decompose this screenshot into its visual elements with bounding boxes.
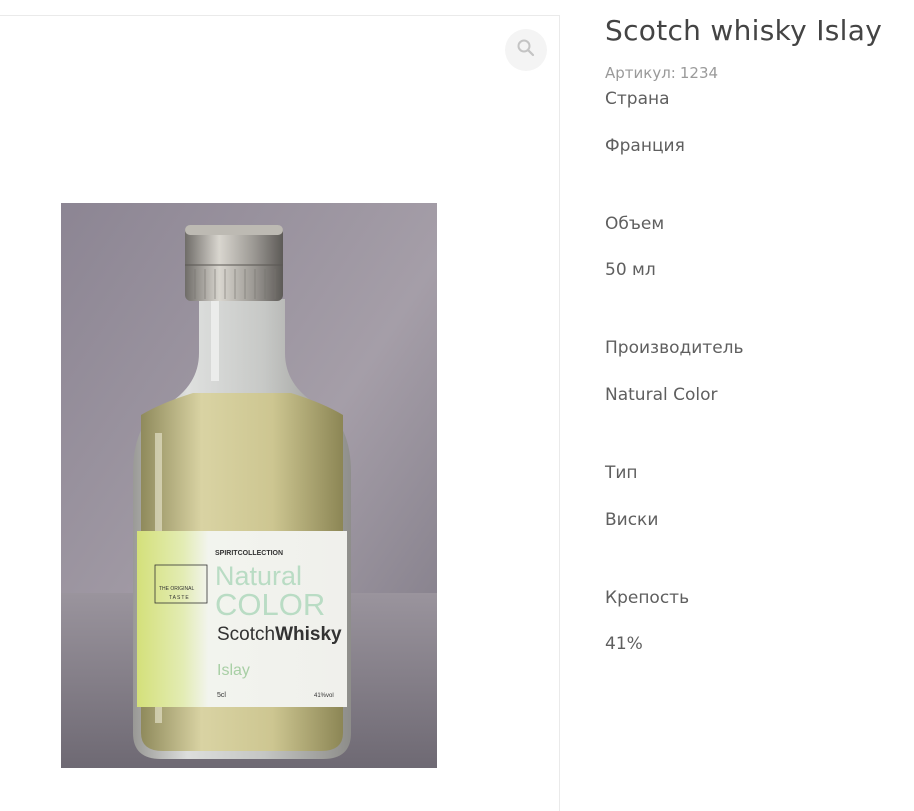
attr-value-volume: 50 мл <box>605 260 656 280</box>
bottle-stamp-2: TASTE <box>169 595 190 601</box>
attr-label-type: Тип <box>605 463 638 483</box>
svg-text:SPIRITCOLLECTION: SPIRITCOLLECTION <box>215 550 283 557</box>
bottle-brand-small-1: SPIRIT <box>215 550 238 557</box>
svg-text:ScotchWhisky: ScotchWhisky <box>217 624 342 645</box>
bottle-label-islay: Islay <box>217 662 250 679</box>
bottle-stamp-1: THE ORIGINAL <box>159 586 195 592</box>
bottle-label-abv: 41%vol <box>314 693 334 699</box>
sku-value: 1234 <box>679 64 719 82</box>
product-gallery: SPIRITCOLLECTION Natural COLOR ScotchWhi… <box>0 15 560 811</box>
sku-label: Артикул: <box>605 64 676 82</box>
bottle-label-volume: 5cl <box>217 692 226 699</box>
attr-value-country: Франция <box>605 136 685 156</box>
attr-label-country: Страна <box>605 89 670 109</box>
product-title: Scotch whisky Islay <box>605 14 883 47</box>
attr-value-strength: 41% <box>605 634 643 654</box>
bottle-label-whisky: Whisky <box>275 624 342 645</box>
product-sku: Артикул: 1234 <box>605 64 718 82</box>
zoom-button[interactable] <box>505 29 547 71</box>
attr-label-volume: Объем <box>605 214 665 234</box>
attr-label-strength: Крепость <box>605 588 690 608</box>
attr-value-manufacturer: Natural Color <box>605 385 718 405</box>
product-page: SPIRITCOLLECTION Natural COLOR ScotchWhi… <box>0 0 914 811</box>
bottle-label-color: COLOR <box>215 587 325 622</box>
attr-value-type: Виски <box>605 510 659 530</box>
bottle-label-scotch: Scotch <box>217 624 275 645</box>
magnifier-icon <box>516 38 536 62</box>
attr-label-manufacturer: Производитель <box>605 338 744 358</box>
product-image[interactable]: SPIRITCOLLECTION Natural COLOR ScotchWhi… <box>61 203 437 768</box>
bottle-brand-small-2: COLLECTION <box>238 550 284 557</box>
